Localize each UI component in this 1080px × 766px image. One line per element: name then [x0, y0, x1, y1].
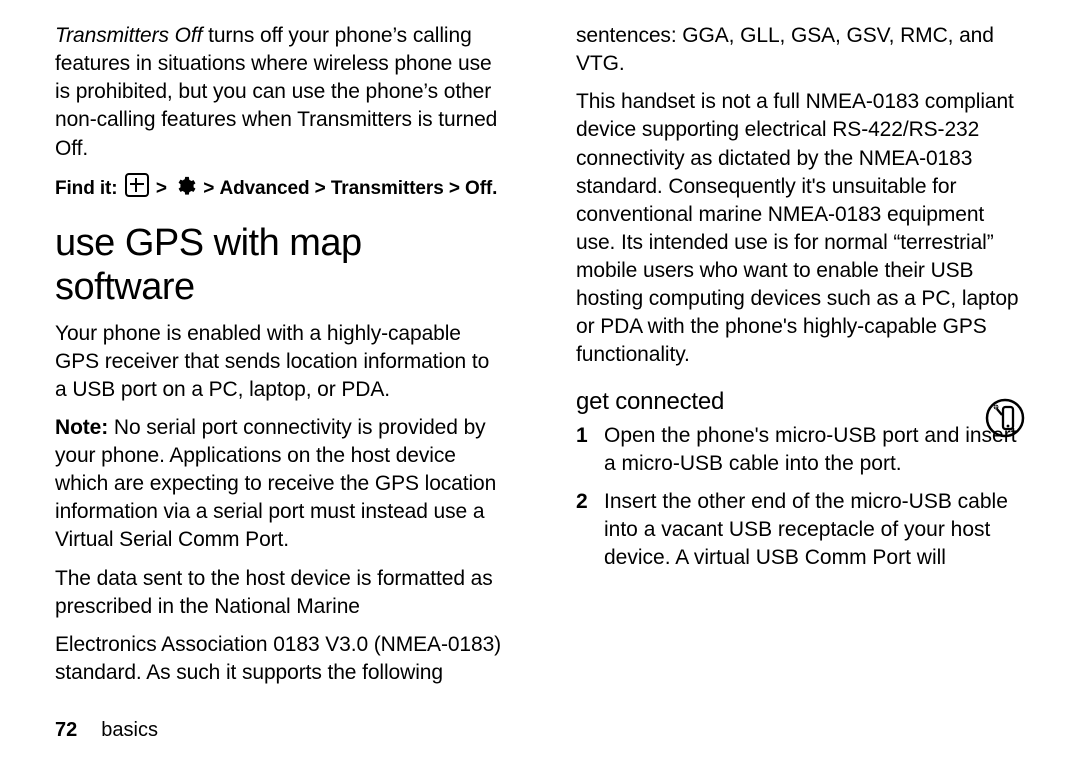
page-footer: 72 basics [55, 719, 158, 742]
find-it-gt-1: > [156, 178, 167, 199]
get-connected-header-row: get connected + [576, 388, 1025, 416]
transmitters-lead: Transmitters Off [55, 24, 202, 47]
step-2-text: Insert the other end of the micro-USB ca… [604, 488, 1025, 572]
nmea-lead-paragraph: The data sent to the host device is form… [55, 565, 504, 621]
step-1-number: 1 [576, 422, 604, 478]
note-label: Note: [55, 416, 108, 439]
find-it-line: Find it: > > Advanced > Transmitters > O… [55, 173, 504, 203]
get-connected-heading: get connected [576, 388, 1025, 416]
find-it-label: Find it: [55, 178, 118, 199]
note-paragraph: Note: No serial port connectivity is pro… [55, 414, 504, 555]
step-1-text: Open the phone's micro-USB port and inse… [604, 422, 1025, 478]
menu-grid-icon [125, 173, 149, 197]
settings-gear-icon [174, 175, 196, 197]
find-it-path: Advanced > Transmitters > Off [219, 178, 492, 199]
transmitters-paragraph: Transmitters Off turns off your phone’s … [55, 22, 504, 163]
step-1: 1 Open the phone's micro-USB port and in… [576, 422, 1025, 478]
find-it-gt-2: > [203, 178, 214, 199]
document-page: Transmitters Off turns off your phone’s … [0, 0, 1080, 766]
page-number: 72 [55, 719, 77, 741]
svg-text:+: + [993, 402, 998, 412]
two-column-body: Transmitters Off turns off your phone’s … [55, 22, 1025, 688]
step-2-number: 2 [576, 488, 604, 572]
nmea-disclaimer-paragraph: This handset is not a full NMEA-0183 com… [576, 88, 1025, 369]
section-name: basics [101, 719, 158, 741]
gps-intro-paragraph: Your phone is enabled with a highly-capa… [55, 320, 504, 404]
section-heading: use GPS with map software [55, 222, 504, 309]
usb-phone-icon: + [985, 398, 1025, 438]
step-2: 2 Insert the other end of the micro-USB … [576, 488, 1025, 572]
note-body: No serial port connectivity is provided … [55, 416, 496, 552]
